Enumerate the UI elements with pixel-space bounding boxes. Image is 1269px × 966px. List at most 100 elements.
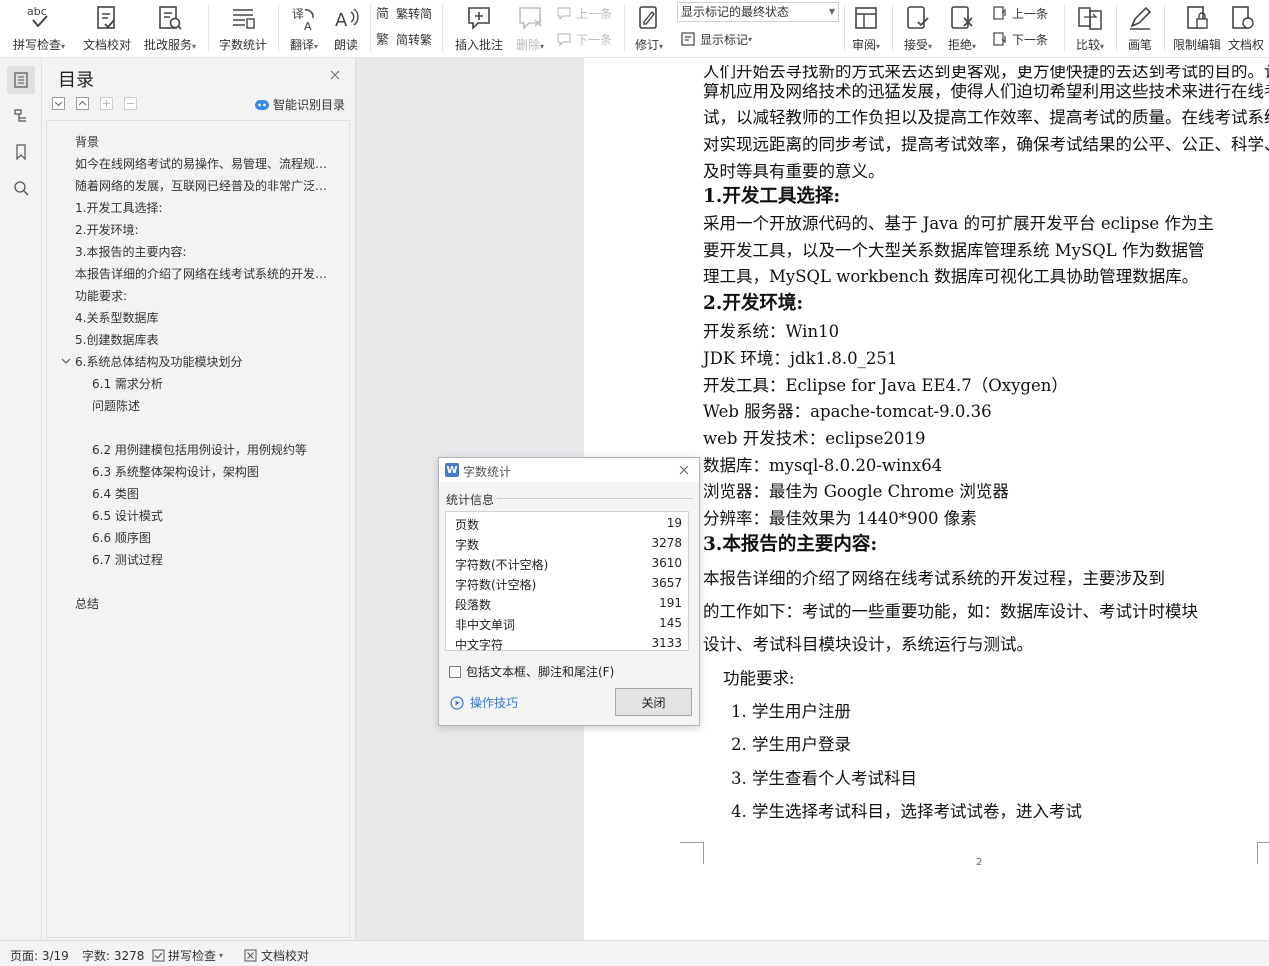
stat-label: 字符数(不计空格) bbox=[455, 558, 549, 572]
svg-text:A: A bbox=[304, 20, 312, 32]
ribbon-divider bbox=[844, 4, 845, 52]
checkbox-box[interactable] bbox=[449, 665, 461, 678]
wps-logo-icon: W bbox=[445, 463, 459, 477]
bookmark-icon[interactable] bbox=[7, 138, 35, 166]
show-markup-button[interactable]: 显示标记 ▾ bbox=[680, 28, 752, 50]
search-icon[interactable] bbox=[7, 174, 35, 202]
track-changes-button[interactable]: 修订▾ bbox=[628, 0, 670, 56]
word-count-indicator[interactable]: 字数: 3278 bbox=[82, 947, 144, 964]
review-pane-button[interactable]: 审阅▾ bbox=[846, 0, 886, 56]
show-markup-label: 显示标记 bbox=[700, 32, 749, 47]
translate-button[interactable]: 译A 翻译▾ bbox=[284, 0, 324, 56]
stat-value: 3133 bbox=[651, 636, 682, 650]
pen-icon bbox=[1126, 4, 1154, 32]
prev-change-button[interactable]: 上一条 bbox=[992, 2, 1048, 24]
review-service-button[interactable]: 批改服务▾ bbox=[138, 0, 202, 56]
toc-item[interactable]: 6.7 测试过程 bbox=[92, 551, 352, 568]
toc-item[interactable]: 4.关系型数据库 bbox=[75, 309, 335, 326]
chevron-down-icon[interactable] bbox=[61, 355, 71, 365]
toc-item[interactable]: 5.创建数据库表 bbox=[75, 331, 335, 348]
read-aloud-label: 朗读 bbox=[333, 38, 358, 52]
remove-heading-icon[interactable] bbox=[124, 97, 137, 110]
lock-doc-icon bbox=[1183, 4, 1211, 32]
proof-box-icon bbox=[244, 949, 257, 962]
dialog-titlebar[interactable]: W 字数统计 bbox=[439, 458, 699, 482]
translate-label: 翻译 bbox=[289, 38, 314, 52]
stat-value: 3610 bbox=[651, 556, 682, 570]
page-indicator[interactable]: 页面: 3/19 bbox=[10, 947, 69, 964]
compare-icon bbox=[1076, 4, 1104, 32]
prev-comment-button[interactable]: 上一条 bbox=[556, 2, 612, 24]
status-proof-button[interactable]: 文档校对 bbox=[244, 947, 309, 964]
next-comment-icon bbox=[556, 31, 572, 47]
toc-list: 背景 如今在线网络考试的易操作、易管理、流程规范化等特点使得在线考试越来越普遍 … bbox=[46, 120, 350, 938]
markup-state-select[interactable]: 显示标记的最终状态 ▼ bbox=[677, 2, 839, 22]
next-change-button[interactable]: 下一条 bbox=[992, 28, 1048, 50]
trad-simp-icon: 简 bbox=[376, 5, 392, 21]
toc-item[interactable]: 6.系统总体结构及功能模块划分 bbox=[75, 353, 335, 370]
include-textbox-footnote-checkbox[interactable]: 包括文本框、脚注和尾注(F) bbox=[449, 663, 614, 680]
toc-panel: 目录 智能识别目录 背景 如今在线网络考试的易操作、易管理、流程规范化等特点使得… bbox=[42, 58, 356, 940]
doc-proof-button[interactable]: 文档校对 bbox=[78, 0, 136, 56]
tips-link[interactable]: 操作技巧 bbox=[450, 694, 518, 711]
restrict-edit-label: 限制编辑 bbox=[1172, 38, 1221, 52]
stat-row: 字数 3278 bbox=[446, 534, 688, 554]
word-count-button[interactable]: 字数统计 bbox=[214, 0, 272, 56]
toc-item[interactable]: 6.2 用例建模包括用例设计，用例规约等 bbox=[92, 441, 352, 458]
next-comment-button[interactable]: 下一条 bbox=[556, 28, 612, 50]
toc-item[interactable]: 6.5 设计模式 bbox=[92, 507, 352, 524]
accept-button[interactable]: 接受▾ bbox=[898, 0, 938, 56]
next-change-label: 下一条 bbox=[1012, 32, 1049, 47]
status-spellcheck-button[interactable]: 拼写检查 ▾ bbox=[152, 947, 223, 964]
toc-item[interactable]: 背景 bbox=[75, 133, 335, 150]
ribbon-divider bbox=[1064, 4, 1065, 52]
toc-item[interactable]: 1.开发工具选择: bbox=[75, 199, 335, 216]
toc-item[interactable]: 2.开发环境: bbox=[75, 221, 335, 238]
close-icon[interactable] bbox=[677, 463, 691, 477]
chapter-nav-icon[interactable] bbox=[7, 102, 35, 130]
stat-row: 段落数 191 bbox=[446, 594, 688, 614]
word-count-dialog: W 字数统计 统计信息 页数 19 字数 3278 字符数(不计空格) 3610… bbox=[438, 457, 700, 726]
toc-item[interactable]: 问题陈述 bbox=[92, 397, 352, 414]
toc-item[interactable]: 6.6 顺序图 bbox=[92, 529, 352, 546]
svg-text:译: 译 bbox=[292, 7, 304, 21]
toc-item[interactable]: 如今在线网络考试的易操作、易管理、流程规范化等特点使得在线考试越来越普遍 bbox=[75, 155, 335, 172]
toc-item[interactable]: 本报告详细的介绍了网络在线考试系统的开发过程，主要涉及到的工作如下 bbox=[75, 265, 335, 282]
toc-item[interactable]: 6.1 需求分析 bbox=[92, 375, 352, 392]
toc-item[interactable]: 随着网络的发展，互联网已经普及的非常广泛，很多考试都采用网络考试 bbox=[75, 177, 335, 194]
check-box-icon bbox=[152, 949, 165, 962]
next-change-icon bbox=[992, 31, 1008, 47]
toc-icon[interactable] bbox=[7, 66, 35, 94]
trad-to-simp-button[interactable]: 简 繁转简 bbox=[376, 2, 432, 24]
restrict-edit-button[interactable]: 限制编辑 bbox=[1168, 0, 1226, 56]
expand-all-icon[interactable] bbox=[52, 97, 65, 110]
smart-detect-toc-button[interactable]: 智能识别目录 bbox=[255, 96, 345, 113]
delete-comment-button[interactable]: 删除▾ bbox=[510, 0, 550, 56]
insert-comment-button[interactable]: 插入批注 bbox=[448, 0, 510, 56]
prev-change-label: 上一条 bbox=[1012, 6, 1049, 21]
review-service-label: 批改服务 bbox=[143, 38, 192, 52]
toc-item[interactable]: 6.3 系统整体架构设计，架构图 bbox=[92, 463, 352, 480]
ribbon-divider bbox=[1116, 4, 1117, 52]
toc-title: 目录 bbox=[58, 70, 94, 91]
compare-button[interactable]: 比较▾ bbox=[1068, 0, 1112, 56]
ink-button[interactable]: 画笔 bbox=[1120, 0, 1160, 56]
toc-item[interactable]: 总结 bbox=[75, 595, 335, 612]
read-aloud-button[interactable]: A 朗读 bbox=[326, 0, 366, 56]
doc-rights-label: 文档权 bbox=[1228, 38, 1265, 52]
body-text-line: 试，以减轻教师的工作负担以及提高工作效率、提高考试的质量。在线考试系统 bbox=[703, 108, 1269, 127]
close-icon[interactable] bbox=[328, 68, 342, 82]
collapse-all-icon[interactable] bbox=[76, 97, 89, 110]
body-text-line: 算机应用及网络技术的迅猛发展，使得人们迫切希望利用这些技术来进行在线考 bbox=[703, 82, 1269, 101]
simp-to-trad-button[interactable]: 繁 简转繁 bbox=[376, 28, 432, 50]
spellcheck-button[interactable]: abc 拼写检查▾ bbox=[6, 0, 72, 56]
reject-button[interactable]: 拒绝▾ bbox=[942, 0, 982, 56]
close-button[interactable]: 关闭 bbox=[615, 688, 692, 716]
toc-item[interactable]: 3.本报告的主要内容: bbox=[75, 243, 335, 260]
svg-text:繁: 繁 bbox=[376, 32, 389, 47]
toc-item[interactable]: 6.4 类图 bbox=[92, 485, 352, 502]
doc-rights-button[interactable]: 文档权 bbox=[1228, 0, 1269, 56]
toc-item[interactable]: 功能要求: bbox=[75, 287, 335, 304]
add-heading-icon[interactable] bbox=[100, 97, 113, 110]
insert-comment-label: 插入批注 bbox=[454, 38, 503, 52]
